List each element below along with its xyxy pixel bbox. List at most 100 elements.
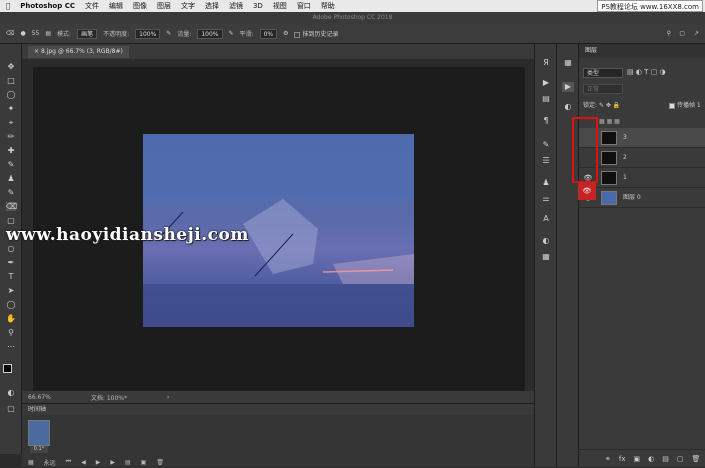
brush-preview-icon[interactable]: ● bbox=[20, 30, 25, 37]
first-frame-icon[interactable]: ⏮ bbox=[66, 458, 71, 466]
gradient-tool-icon[interactable]: ▢ bbox=[6, 216, 16, 225]
layer-filter-select[interactable]: 类型 bbox=[583, 68, 623, 78]
swatches-icon[interactable]: ▦ bbox=[540, 252, 552, 262]
document-tab[interactable]: × 8.jpg @ 66.7% (3, RGB/8#) bbox=[28, 46, 129, 58]
timeline-frame-thumbnail[interactable] bbox=[28, 420, 50, 446]
brush-size-value[interactable]: 55 bbox=[32, 30, 40, 37]
magic-wand-tool-icon[interactable]: ✦ bbox=[6, 104, 16, 113]
lock-icons[interactable]: ✎ ✥ 🔒 bbox=[599, 102, 620, 109]
adjust-panel-icon[interactable]: ☰ bbox=[540, 156, 552, 166]
eraser-icon[interactable]: ⌫ bbox=[6, 30, 14, 37]
adjustment-layer-icon[interactable]: ◐ bbox=[648, 455, 654, 463]
delete-layer-icon[interactable]: 🗑 bbox=[691, 455, 700, 463]
clone-stamp-tool-icon[interactable]: ♟ bbox=[6, 174, 16, 183]
tween-icon[interactable]: ▤ bbox=[125, 459, 131, 466]
filter-icons[interactable]: ▤ ◐ T ▢ ◑ bbox=[627, 68, 666, 76]
healing-brush-tool-icon[interactable]: ✚ bbox=[6, 146, 16, 155]
quick-mask-icon[interactable]: ◐ bbox=[6, 388, 16, 397]
unify-icons[interactable]: ▦ ▦ ▦ bbox=[599, 118, 620, 125]
fx-icon[interactable]: fx bbox=[619, 455, 626, 463]
menu-edit[interactable]: 编辑 bbox=[109, 1, 123, 11]
layers-dock-icon[interactable]: ▦ bbox=[562, 58, 574, 68]
layer-row[interactable]: 👁 图层 0 bbox=[579, 188, 705, 208]
shape-tool-icon[interactable]: ◯ bbox=[6, 300, 16, 309]
menu-image[interactable]: 图像 bbox=[133, 1, 147, 11]
menu-select[interactable]: 选择 bbox=[205, 1, 219, 11]
zoom-level[interactable]: 66.67% bbox=[28, 394, 51, 401]
screen-mode-icon[interactable]: ▢ bbox=[6, 404, 16, 413]
path-selection-tool-icon[interactable]: ➤ bbox=[6, 286, 16, 295]
brush-settings-icon[interactable]: ✎ bbox=[540, 140, 552, 150]
layer-name[interactable]: 2 bbox=[623, 148, 627, 168]
paragraph-panel-icon[interactable]: ¶ bbox=[540, 116, 552, 126]
foreground-color-swatch[interactable] bbox=[3, 364, 12, 373]
layers-panel-title[interactable]: 图层 bbox=[579, 44, 705, 58]
eraser-tool-icon[interactable]: ⌫ bbox=[6, 202, 17, 211]
share-icon[interactable]: ↗ bbox=[694, 30, 699, 37]
layer-name[interactable]: 3 bbox=[623, 128, 627, 148]
more-tools-icon[interactable]: ⋯ bbox=[6, 342, 16, 351]
brush-panel-icon[interactable]: ▤ bbox=[45, 30, 51, 37]
eye-icon[interactable]: 👁 bbox=[578, 182, 596, 200]
dodge-tool-icon[interactable]: ○ bbox=[6, 244, 16, 253]
app-menu[interactable]: Photoshop CC bbox=[20, 2, 75, 10]
airbrush-icon[interactable]: ✎ bbox=[229, 30, 234, 37]
add-mask-icon[interactable]: ▣ bbox=[633, 455, 640, 463]
apple-icon[interactable]:  bbox=[6, 2, 10, 10]
convert-timeline-icon[interactable]: ▦ bbox=[28, 459, 34, 466]
character-panel-icon[interactable]: A bbox=[540, 214, 552, 224]
next-frame-icon[interactable]: ▶ bbox=[110, 459, 115, 466]
flow-field[interactable]: 100% bbox=[197, 28, 223, 39]
status-arrow-icon[interactable]: › bbox=[167, 394, 169, 401]
actions-panel-icon[interactable]: ▶ bbox=[540, 78, 552, 88]
layer-name[interactable]: 1 bbox=[623, 168, 627, 188]
loop-select[interactable]: 永远 bbox=[44, 458, 56, 467]
layer-name[interactable]: 图层 0 bbox=[623, 188, 641, 208]
new-layer-icon[interactable]: ▢ bbox=[677, 455, 684, 463]
smooth-field[interactable]: 0% bbox=[259, 28, 278, 39]
blend-mode-select[interactable]: 正常 bbox=[583, 84, 623, 94]
menu-type[interactable]: 文字 bbox=[181, 1, 195, 11]
workspace-icon[interactable]: ▢ bbox=[679, 30, 685, 37]
eyedropper-tool-icon[interactable]: ✏ bbox=[6, 132, 16, 141]
menu-view[interactable]: 视图 bbox=[273, 1, 287, 11]
timeline-title[interactable]: 时间轴 bbox=[22, 404, 534, 415]
notes-panel-icon[interactable]: ▤ bbox=[540, 94, 552, 104]
mode-select[interactable]: 画笔 bbox=[77, 28, 98, 39]
type-tool-icon[interactable]: T bbox=[6, 272, 16, 281]
search-icon[interactable]: ⚲ bbox=[667, 30, 671, 37]
menu-layer[interactable]: 图层 bbox=[157, 1, 171, 11]
pen-tool-icon[interactable]: ✒ bbox=[6, 258, 16, 267]
gear-icon[interactable]: ⚙ bbox=[283, 30, 288, 37]
marquee-tool-icon[interactable]: □ bbox=[6, 76, 16, 85]
menu-file[interactable]: 文件 bbox=[85, 1, 99, 11]
lasso-tool-icon[interactable]: ◯ bbox=[6, 90, 16, 99]
zoom-tool-icon[interactable]: ⚲ bbox=[6, 328, 16, 337]
channels-dock-icon[interactable]: ◐ bbox=[562, 102, 574, 112]
timeline-dock-icon[interactable]: ▶ bbox=[562, 82, 574, 92]
adjustments-icon[interactable]: ◐ bbox=[540, 236, 552, 246]
frame-duration[interactable]: 0.1* bbox=[30, 446, 48, 453]
tab-close-icon[interactable]: × bbox=[34, 48, 39, 55]
history-brush-tool-icon[interactable]: ✎ bbox=[6, 188, 16, 197]
duplicate-frame-icon[interactable]: ▣ bbox=[141, 459, 147, 466]
properties-panel-icon[interactable]: ⚌ bbox=[540, 194, 552, 204]
menu-window[interactable]: 窗口 bbox=[297, 1, 311, 11]
propagate-frame[interactable]: 传播帧 1 bbox=[669, 100, 705, 112]
play-icon[interactable]: ▶ bbox=[96, 459, 101, 466]
move-tool-icon[interactable]: ✥ bbox=[6, 62, 16, 71]
prev-frame-icon[interactable]: ◀ bbox=[81, 459, 86, 466]
brush-tool-icon[interactable]: ✎ bbox=[6, 160, 16, 169]
menu-filter[interactable]: 滤镜 bbox=[229, 1, 243, 11]
menu-help[interactable]: 帮助 bbox=[321, 1, 335, 11]
opacity-field[interactable]: 100% bbox=[135, 28, 161, 39]
link-layers-icon[interactable]: ⚭ bbox=[605, 455, 611, 463]
new-group-icon[interactable]: ▤ bbox=[662, 455, 669, 463]
hand-tool-icon[interactable]: ✋ bbox=[6, 314, 16, 323]
menu-3d[interactable]: 3D bbox=[253, 2, 263, 10]
crop-tool-icon[interactable]: ⌖ bbox=[6, 118, 16, 127]
clone-source-icon[interactable]: ♟ bbox=[540, 178, 552, 188]
history-checkbox[interactable]: 抹到历史记录 bbox=[294, 29, 339, 38]
history-panel-icon[interactable]: Я bbox=[540, 58, 552, 68]
delete-frame-icon[interactable]: 🗑 bbox=[156, 459, 164, 466]
